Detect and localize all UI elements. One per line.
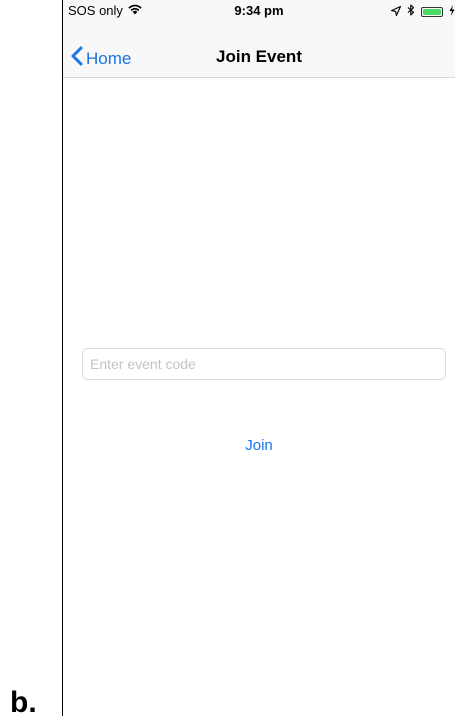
charging-icon xyxy=(449,4,455,19)
figure-label: b. xyxy=(10,686,37,716)
battery-icon xyxy=(421,6,443,17)
status-right xyxy=(390,4,455,19)
event-code-input[interactable] xyxy=(82,348,446,380)
bluetooth-icon xyxy=(407,4,415,19)
phone-screen: SOS only 9:34 pm Home Join Event Enter e… xyxy=(62,0,455,716)
navigation-bar: Home Join Event xyxy=(63,20,455,78)
location-arrow-icon xyxy=(390,4,402,19)
page: b. SOS only 9:34 pm Home Join Event Ente… xyxy=(0,0,455,716)
battery-fill xyxy=(423,8,441,15)
join-button[interactable]: Join xyxy=(63,437,455,454)
status-bar: SOS only 9:34 pm xyxy=(63,0,455,20)
page-title: Join Event xyxy=(216,47,302,66)
